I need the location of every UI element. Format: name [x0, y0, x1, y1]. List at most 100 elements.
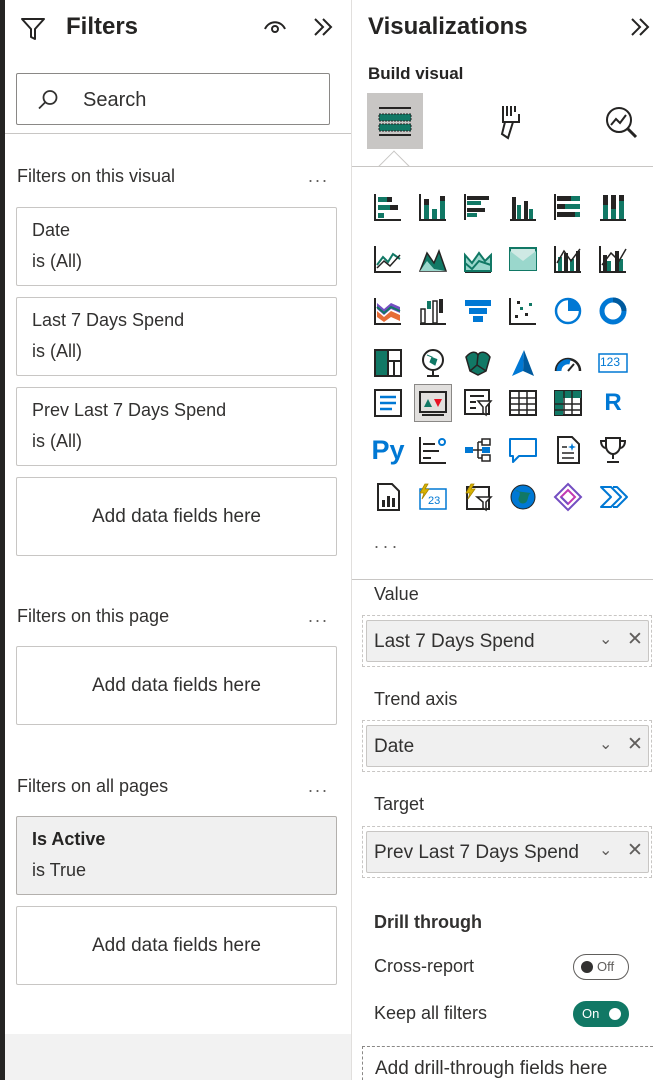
line-and-stacked-column-chart-icon[interactable] — [549, 240, 587, 278]
filter-icon — [21, 18, 45, 40]
trend-axis-field-name: Date — [374, 736, 415, 757]
waterfall-chart-icon[interactable] — [414, 292, 452, 330]
build-visual-label: Build visual — [368, 64, 464, 83]
section-label-all-pages: Filters on all pages — [17, 776, 169, 796]
chevron-down-icon[interactable]: ⌄ — [599, 734, 612, 754]
line-and-clustered-column-chart-icon[interactable] — [594, 240, 632, 278]
gauge-icon[interactable] — [549, 344, 587, 382]
decomposition-tree-icon[interactable] — [459, 431, 497, 469]
cross-report-label: Cross-report — [374, 956, 475, 976]
filled-map-icon[interactable] — [459, 344, 497, 382]
funnel-icon[interactable] — [459, 292, 497, 330]
remove-field-icon[interactable]: ✕ — [627, 839, 643, 862]
target-field-name: Prev Last 7 Days Spend — [374, 842, 579, 863]
goals-trophy-icon[interactable] — [594, 431, 632, 469]
power-automate-slicer-icon[interactable] — [459, 478, 497, 516]
100-stacked-column-chart-icon[interactable] — [594, 188, 632, 226]
search-input[interactable] — [83, 87, 313, 113]
drill-through-dropzone[interactable]: Add drill-through fields here — [362, 1046, 653, 1080]
more-visuals-button[interactable]: ... — [374, 532, 401, 553]
card-number-icon[interactable]: 123 — [594, 344, 632, 382]
map-globe-icon[interactable] — [414, 344, 452, 382]
table-icon[interactable] — [504, 384, 542, 422]
python-visual-icon[interactable]: Py — [369, 431, 407, 469]
paginated-report-icon[interactable] — [369, 478, 407, 516]
more-options-visual[interactable]: ... — [308, 166, 329, 187]
multi-row-card-icon[interactable] — [369, 384, 407, 422]
matrix-icon[interactable] — [549, 384, 587, 422]
trend-axis-well[interactable]: Date ⌄ ✕ — [362, 720, 652, 772]
tab-format-visual[interactable] — [482, 93, 538, 149]
power-automate-icon[interactable] — [594, 478, 632, 516]
value-well-label: Value — [374, 584, 419, 604]
value-field-pill[interactable]: Last 7 Days Spend ⌄ ✕ — [366, 620, 649, 662]
value-field-name: Last 7 Days Spend — [374, 631, 535, 652]
collapse-filters-icon[interactable] — [311, 15, 335, 39]
kpi-icon[interactable] — [414, 384, 452, 422]
svg-text:23: 23 — [428, 495, 440, 507]
ribbon-chart-icon[interactable] — [369, 292, 407, 330]
tab-analytics[interactable] — [592, 93, 648, 149]
filter-card-last-7-days-spend[interactable]: Last 7 Days Spend is (All) — [16, 297, 337, 376]
target-field-pill[interactable]: Prev Last 7 Days Spend ⌄ ✕ — [366, 831, 649, 873]
trend-axis-well-label: Trend axis — [374, 689, 458, 709]
donut-chart-icon[interactable] — [594, 292, 632, 330]
smart-narrative-icon[interactable] — [549, 431, 587, 469]
all-pages-filters-dropzone[interactable]: Add data fields here — [16, 906, 337, 985]
key-influencers-icon[interactable] — [414, 431, 452, 469]
chevron-down-icon[interactable]: ⌄ — [599, 840, 612, 860]
filters-pane: Filters Filters on this visual ... Date … — [5, 0, 351, 1080]
r-script-visual-icon[interactable]: R — [594, 384, 632, 422]
azure-map-icon[interactable] — [504, 344, 542, 382]
cross-report-toggle[interactable]: Off — [573, 954, 629, 980]
python-visual-letters: Py — [371, 434, 405, 465]
100-stacked-bar-chart-icon[interactable] — [549, 188, 587, 226]
100-stacked-area-chart-icon[interactable] — [504, 240, 542, 278]
chevron-down-icon[interactable]: ⌄ — [599, 629, 612, 649]
page-filters-dropzone[interactable]: Add data fields here — [16, 646, 337, 725]
eye-icon[interactable] — [262, 17, 288, 35]
remove-field-icon[interactable]: ✕ — [627, 733, 643, 756]
tab-build-visual[interactable] — [367, 93, 423, 149]
filter-card-date[interactable]: Date is (All) — [16, 207, 337, 286]
stacked-column-chart-icon[interactable] — [414, 188, 452, 226]
filter-card-title: Date — [32, 220, 71, 240]
area-chart-icon[interactable] — [414, 240, 452, 278]
slicer-icon[interactable] — [459, 384, 497, 422]
remove-field-icon[interactable]: ✕ — [627, 628, 643, 651]
target-well[interactable]: Prev Last 7 Days Spend ⌄ ✕ — [362, 826, 652, 878]
scatter-chart-icon[interactable] — [504, 292, 542, 330]
clustered-bar-chart-icon[interactable] — [459, 188, 497, 226]
keep-all-filters-toggle[interactable]: On — [573, 1001, 629, 1027]
format-paintbrush-icon — [500, 106, 520, 140]
more-options-page[interactable]: ... — [308, 606, 329, 627]
filter-card-state: is True — [32, 860, 87, 880]
visualizations-title: Visualizations — [368, 13, 528, 40]
search-icon — [38, 90, 58, 110]
filter-card-is-active[interactable]: Is Active is True — [16, 816, 337, 895]
trend-axis-field-pill[interactable]: Date ⌄ ✕ — [366, 725, 649, 767]
drill-through-dropzone-label: Add drill-through fields here — [375, 1058, 608, 1079]
filter-card-title: Last 7 Days Spend — [32, 310, 185, 330]
section-label-page: Filters on this page — [17, 606, 170, 626]
collapse-visualizations-icon[interactable] — [628, 15, 652, 39]
clustered-column-chart-icon[interactable] — [504, 188, 542, 226]
power-apps-icon[interactable] — [549, 478, 587, 516]
pie-chart-icon[interactable] — [549, 292, 587, 330]
toggle-knob — [609, 1008, 621, 1020]
target-well-label: Target — [374, 794, 425, 814]
filter-search-box[interactable] — [16, 73, 330, 125]
more-options-all-pages[interactable]: ... — [308, 776, 329, 797]
keep-all-filters-label: Keep all filters — [374, 1003, 488, 1023]
value-well[interactable]: Last 7 Days Spend ⌄ ✕ — [362, 615, 652, 667]
power-apps-card-icon[interactable]: 23 — [414, 478, 452, 516]
stacked-bar-chart-icon[interactable] — [369, 188, 407, 226]
treemap-icon[interactable] — [369, 344, 407, 382]
visual-filters-dropzone[interactable]: Add data fields here — [16, 477, 337, 556]
stacked-area-chart-icon[interactable] — [459, 240, 497, 278]
filter-card-prev-last-7-days-spend[interactable]: Prev Last 7 Days Spend is (All) — [16, 387, 337, 466]
line-chart-icon[interactable] — [369, 240, 407, 278]
qa-speech-bubble-icon[interactable] — [504, 431, 542, 469]
visualizations-pane: Visualizations Build visual 123 R Py 23 … — [351, 0, 653, 1080]
arcgis-globe-icon[interactable] — [504, 478, 542, 516]
